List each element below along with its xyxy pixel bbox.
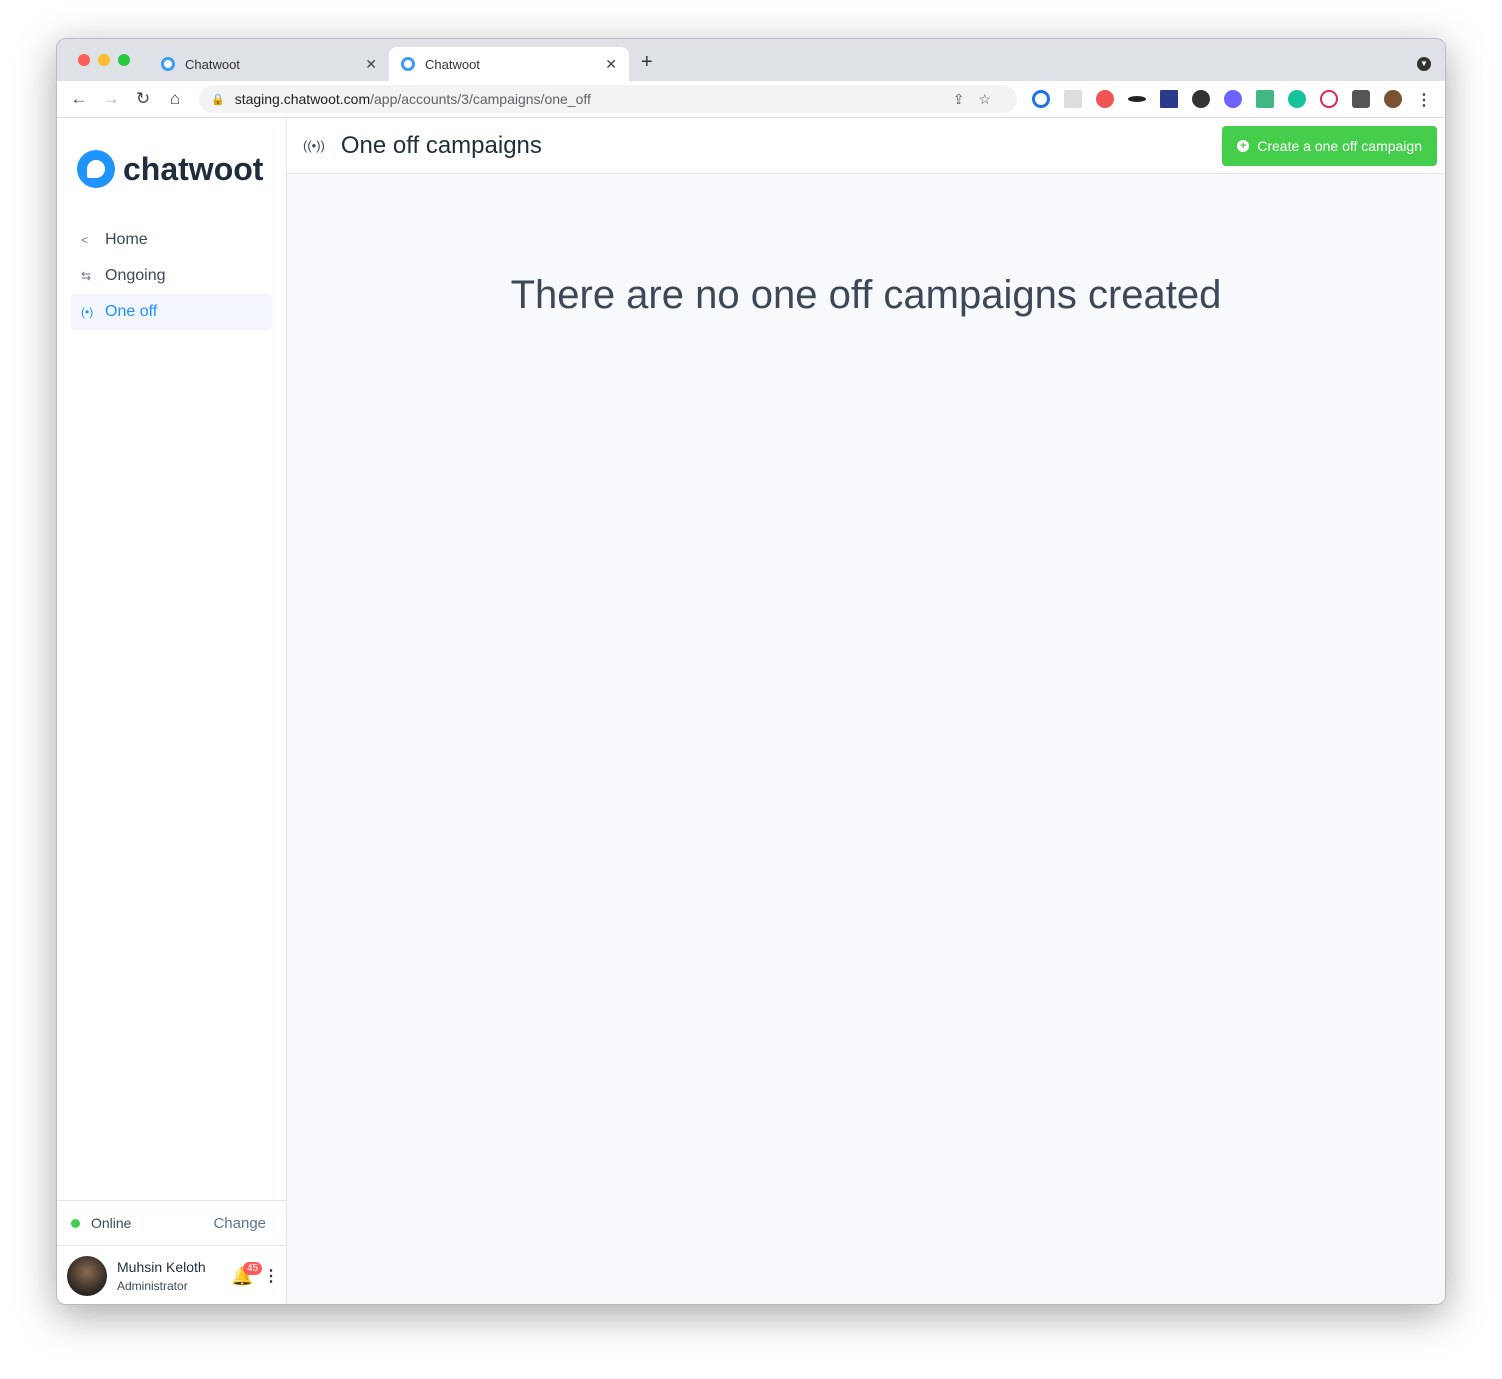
page-title: One off campaigns bbox=[340, 131, 542, 159]
arrows-swap-icon: ⇆ bbox=[81, 269, 92, 283]
close-tab-icon[interactable]: ✕ bbox=[365, 56, 377, 73]
url-input[interactable]: 🔒 staging.chatwoot.com/app/accounts/3/ca… bbox=[199, 85, 1017, 113]
reload-icon[interactable]: ↻ bbox=[127, 89, 159, 109]
shield-icon[interactable] bbox=[1096, 90, 1114, 108]
close-tab-icon[interactable]: ✕ bbox=[605, 56, 617, 73]
browser-tab-active[interactable]: Chatwoot ✕ bbox=[389, 47, 629, 81]
address-bar-row: ← → ↻ ⌂ 🔒 staging.chatwoot.com/app/accou… bbox=[57, 81, 1445, 118]
puzzle-icon[interactable] bbox=[1352, 90, 1370, 108]
notification-badge: 45 bbox=[243, 1262, 263, 1275]
browser-window: Chatwoot ✕ Chatwoot ✕ + ▼ ← → ↻ ⌂ 🔒 stagin… bbox=[56, 38, 1446, 1305]
minimize-window-button[interactable] bbox=[98, 54, 110, 66]
extension-icon[interactable] bbox=[1224, 90, 1242, 108]
url-path: /app/accounts/3/campaigns/one_off bbox=[370, 91, 591, 107]
browser-menu-icon[interactable]: ⋮ bbox=[1416, 90, 1432, 109]
chatwoot-favicon-icon bbox=[401, 57, 415, 71]
vue-devtools-icon[interactable] bbox=[1256, 90, 1274, 108]
chatwoot-logo: chatwoot bbox=[77, 150, 263, 188]
sidebar-item-label: Ongoing bbox=[105, 267, 166, 284]
user-profile[interactable]: Muhsin Keloth Administrator 🔔 45 ⋮ bbox=[67, 1256, 279, 1296]
sidebar-menu: < Home ⇆ Ongoing (•) One off bbox=[71, 222, 272, 330]
sidebar-item-ongoing[interactable]: ⇆ Ongoing bbox=[71, 258, 272, 294]
sidebar-item-one-off[interactable]: (•) One off bbox=[71, 294, 272, 330]
status-label: Online bbox=[91, 1215, 132, 1231]
broadcast-icon: ((•)) bbox=[303, 138, 325, 153]
user-name: Muhsin Keloth bbox=[117, 1259, 206, 1275]
chevron-left-icon: < bbox=[81, 233, 89, 247]
extension-icon[interactable] bbox=[1128, 96, 1146, 102]
online-dot-icon bbox=[71, 1218, 80, 1228]
sidebar: chatwoot < Home ⇆ Ongoing (•) One off Onlin… bbox=[57, 118, 287, 1304]
extension-icon[interactable] bbox=[1192, 90, 1210, 108]
tab-title: Chatwoot bbox=[425, 56, 480, 72]
user-role: Administrator bbox=[117, 1279, 188, 1293]
sidebar-item-label: One off bbox=[105, 303, 158, 320]
main-content: ((•)) One off campaigns + Create a one of… bbox=[287, 118, 1445, 1304]
maximize-window-button[interactable] bbox=[118, 54, 130, 66]
lock-icon: 🔒 bbox=[211, 93, 225, 106]
create-campaign-button[interactable]: + Create a one off campaign bbox=[1222, 126, 1437, 166]
password-manager-icon[interactable] bbox=[1032, 90, 1050, 108]
grammarly-icon[interactable] bbox=[1288, 90, 1306, 108]
change-status-button[interactable]: Change bbox=[213, 1215, 272, 1232]
extensions-bar: ⋮ bbox=[1032, 90, 1432, 109]
button-label: Create a one off campaign bbox=[1257, 138, 1422, 154]
tab-search-icon[interactable]: ▼ bbox=[1417, 57, 1431, 71]
browser-tab[interactable]: Chatwoot ✕ bbox=[149, 47, 389, 81]
tab-bar: Chatwoot ✕ Chatwoot ✕ + ▼ bbox=[57, 39, 1445, 81]
avatar[interactable] bbox=[67, 1256, 107, 1296]
back-icon[interactable]: ← bbox=[63, 89, 95, 109]
empty-state-message: There are no one off campaigns created bbox=[510, 273, 1222, 317]
share-icon[interactable]: ⇪ bbox=[953, 91, 979, 107]
add-circle-icon: + bbox=[1237, 140, 1250, 152]
url-host: staging.chatwoot.com bbox=[234, 91, 371, 107]
sidebar-item-label: Home bbox=[105, 231, 148, 248]
more-options-icon[interactable]: ⋮ bbox=[263, 1266, 279, 1286]
tab-title: Chatwoot bbox=[185, 56, 240, 72]
bookmark-star-icon[interactable]: ☆ bbox=[978, 91, 1005, 107]
extension-icon[interactable] bbox=[1320, 90, 1338, 108]
forward-icon[interactable]: → bbox=[95, 89, 127, 109]
sidebar-item-home[interactable]: < Home bbox=[71, 222, 272, 258]
close-window-button[interactable] bbox=[78, 54, 90, 66]
broadcast-icon: (•) bbox=[81, 305, 94, 319]
chatwoot-favicon-icon bbox=[161, 57, 175, 71]
profile-avatar[interactable] bbox=[1384, 90, 1402, 108]
availability-status: Online Change bbox=[57, 1200, 286, 1246]
home-icon[interactable]: ⌂ bbox=[159, 89, 191, 109]
page-header: ((•)) One off campaigns + Create a one of… bbox=[287, 118, 1445, 174]
new-tab-icon[interactable]: + bbox=[641, 51, 653, 74]
zotero-icon[interactable] bbox=[1160, 90, 1178, 108]
extension-icon[interactable] bbox=[1064, 90, 1082, 108]
